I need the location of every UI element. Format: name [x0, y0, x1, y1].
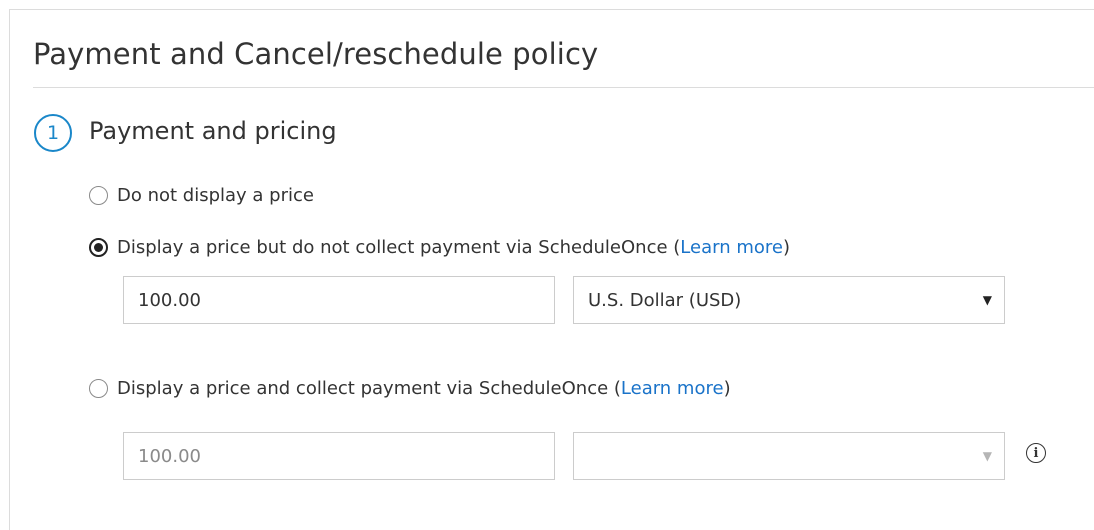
- step-number-badge: 1: [34, 114, 72, 152]
- display-only-label-close: ): [782, 237, 790, 258]
- collect-price-input[interactable]: 100.00: [123, 432, 555, 480]
- section-title: Payment and Cancel/reschedule policy: [33, 37, 599, 71]
- collect-price-input-value: 100.00: [138, 445, 201, 467]
- display-only-radio[interactable]: [89, 238, 108, 257]
- learn-more-link[interactable]: Learn more: [680, 237, 783, 258]
- collect-payment-label: Display a price and collect payment via …: [117, 378, 621, 399]
- option-collect-payment[interactable]: Display a price and collect payment via …: [89, 378, 731, 399]
- option-no-price[interactable]: Do not display a price: [89, 185, 314, 206]
- chevron-down-icon: ▼: [982, 293, 992, 307]
- currency-select-value: U.S. Dollar (USD): [588, 289, 742, 311]
- display-only-label: Display a price but do not collect payme…: [117, 237, 681, 258]
- collect-currency-select[interactable]: ▼: [573, 432, 1005, 480]
- currency-select[interactable]: U.S. Dollar (USD) ▼: [573, 276, 1005, 324]
- collect-payment-radio[interactable]: [89, 379, 108, 398]
- step-title: Payment and pricing: [89, 117, 337, 145]
- price-input[interactable]: 100.00: [123, 276, 555, 324]
- no-price-radio[interactable]: [89, 186, 108, 205]
- no-price-label: Do not display a price: [117, 185, 314, 206]
- option-display-only[interactable]: Display a price but do not collect payme…: [89, 237, 790, 258]
- learn-more-link[interactable]: Learn more: [621, 378, 724, 399]
- section-divider: [33, 87, 1094, 88]
- chevron-down-icon: ▼: [982, 449, 992, 463]
- price-input-value: 100.00: [138, 289, 201, 311]
- collect-payment-label-close: ): [723, 378, 731, 399]
- radio-selected-dot: [94, 243, 103, 252]
- info-icon[interactable]: i: [1026, 443, 1046, 463]
